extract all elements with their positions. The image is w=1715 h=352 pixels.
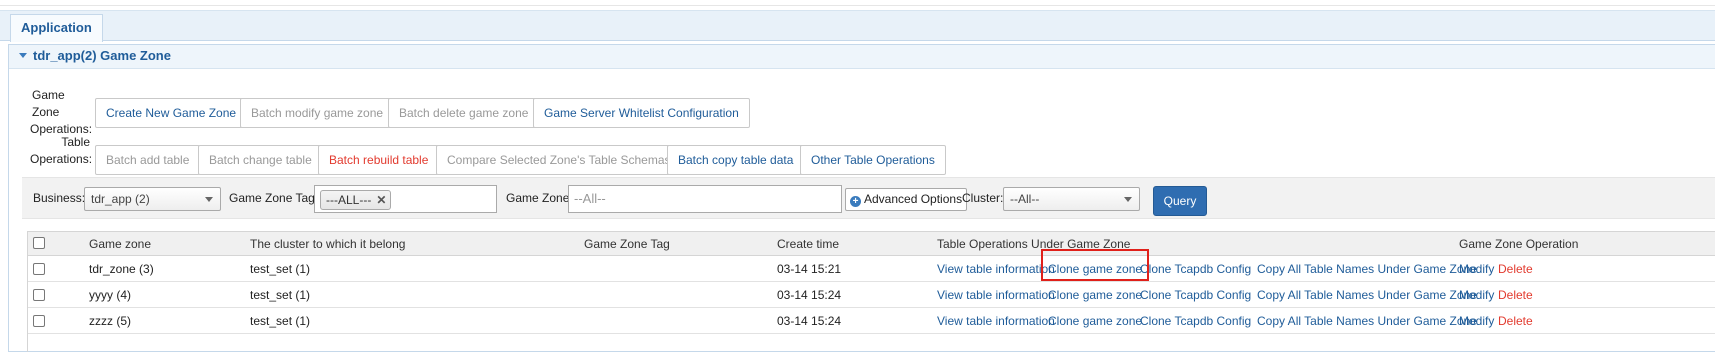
collapse-caret-icon[interactable] [19,53,27,59]
compare-schemas-button[interactable]: Compare Selected Zone's Table Schemas [436,145,682,175]
zone-cluster: test_set (1) [250,288,311,302]
zone-tag-chip-label: ---ALL--- [326,193,372,207]
game-zone-ops-label: Game Zone Operations: [30,87,92,138]
col-game-zone: Game zone [89,237,152,251]
panel-title: tdr_app(2) Game Zone [33,48,171,63]
game-zone-ops-label-line1: Game Zone [32,88,65,119]
cluster-label: Cluster: [962,191,1004,205]
zone-name: zzzz (5) [89,314,131,328]
table-row: tdr_zone (3) test_set (1) 03-14 15:21 Vi… [28,256,1715,282]
zone-create-time: 03-14 15:21 [777,262,842,276]
filter-bar: Business: tdr_app (2) Game Zone Tag: ---… [22,177,1715,219]
zone-tag-chip: ---ALL--- ✕ [320,190,392,210]
row-checkbox[interactable] [33,315,45,327]
zone-cluster: test_set (1) [250,314,311,328]
tab-application[interactable]: Application [10,14,103,42]
table-header: Game zone The cluster to which it belong… [28,232,1715,256]
clone-tcapdb-link[interactable]: Clone Tcapdb Config [1140,282,1251,307]
zone-create-time: 03-14 15:24 [777,314,842,328]
chevron-down-icon [1124,197,1132,202]
cluster-select-value: --All-- [1010,192,1040,206]
business-select[interactable]: tdr_app (2) [84,187,221,211]
batch-modify-zone-button[interactable]: Batch modify game zone [240,98,395,128]
table-ops-label-line1: Table [61,135,90,149]
clone-game-zone-link[interactable]: Clone game zone [1048,256,1142,281]
modify-link[interactable]: Modify [1459,256,1494,281]
remove-tag-icon[interactable]: ✕ [376,193,386,207]
copy-table-names-link[interactable]: Copy All Table Names Under Game Zone [1257,308,1477,333]
table-ops-label-line2: Operations: [30,152,93,166]
row-checkbox[interactable] [33,263,45,275]
game-zone-table: Game zone The cluster to which it belong… [27,231,1715,352]
zone-create-time: 03-14 15:24 [777,288,842,302]
col-zone-tag: Game Zone Tag [584,237,670,251]
select-all-checkbox[interactable] [33,237,45,249]
batch-add-table-button[interactable]: Batch add table [95,145,201,175]
row-checkbox[interactable] [33,289,45,301]
copy-table-names-link[interactable]: Copy All Table Names Under Game Zone [1257,256,1477,281]
zone-tag-label: Game Zone Tag: [229,191,319,205]
plus-circle-icon: + [850,196,861,207]
batch-copy-data-button[interactable]: Batch copy table data [667,145,805,175]
copy-table-names-link[interactable]: Copy All Table Names Under Game Zone [1257,282,1477,307]
table-row: yyyy (4) test_set (1) 03-14 15:24 View t… [28,282,1715,308]
top-strip [0,0,1715,6]
business-select-value: tdr_app (2) [91,192,150,206]
col-cluster: The cluster to which it belong [250,237,406,251]
business-label: Business: [33,191,86,205]
zone-name: tdr_zone (3) [89,262,154,276]
zone-cluster: test_set (1) [250,262,311,276]
game-zone-label: Game Zone: [506,191,573,205]
query-button[interactable]: Query [1153,186,1207,216]
col-zone-ops: Game Zone Operation [1459,237,1579,251]
panel-header[interactable]: tdr_app(2) Game Zone [9,45,1715,69]
delete-link[interactable]: Delete [1498,308,1533,333]
tab-bar: Application [0,10,1715,42]
view-table-info-link[interactable]: View table information [937,282,1055,307]
view-table-info-link[interactable]: View table information [937,256,1055,281]
cluster-select[interactable]: --All-- [1003,187,1140,211]
advanced-options-button[interactable]: + Advanced Options [845,188,968,211]
batch-rebuild-table-button[interactable]: Batch rebuild table [318,145,440,175]
clone-tcapdb-link[interactable]: Clone Tcapdb Config [1140,256,1251,281]
clone-tcapdb-link[interactable]: Clone Tcapdb Config [1140,308,1251,333]
clone-game-zone-link[interactable]: Clone game zone [1048,308,1142,333]
delete-link[interactable]: Delete [1498,282,1533,307]
zone-tag-input[interactable]: ---ALL--- ✕ [314,185,497,213]
whitelist-config-button[interactable]: Game Server Whitelist Configuration [533,98,750,128]
modify-link[interactable]: Modify [1459,308,1494,333]
batch-delete-zone-button[interactable]: Batch delete game zone [388,98,540,128]
advanced-options-label: Advanced Options [864,192,963,206]
game-zone-input[interactable]: --All-- [568,185,842,213]
create-game-zone-button[interactable]: Create New Game Zone [95,98,248,128]
table-ops-label: Table Operations: [30,134,93,168]
batch-change-table-button[interactable]: Batch change table [198,145,323,175]
col-create-time: Create time [777,237,840,251]
zone-name: yyyy (4) [89,288,131,302]
view-table-info-link[interactable]: View table information [937,308,1055,333]
clone-game-zone-link[interactable]: Clone game zone [1048,282,1142,307]
delete-link[interactable]: Delete [1498,256,1533,281]
col-table-ops: Table Operations Under Game Zone [937,237,1131,251]
table-row: zzzz (5) test_set (1) 03-14 15:24 View t… [28,308,1715,334]
other-table-ops-button[interactable]: Other Table Operations [800,145,946,175]
chevron-down-icon [205,197,213,202]
modify-link[interactable]: Modify [1459,282,1494,307]
